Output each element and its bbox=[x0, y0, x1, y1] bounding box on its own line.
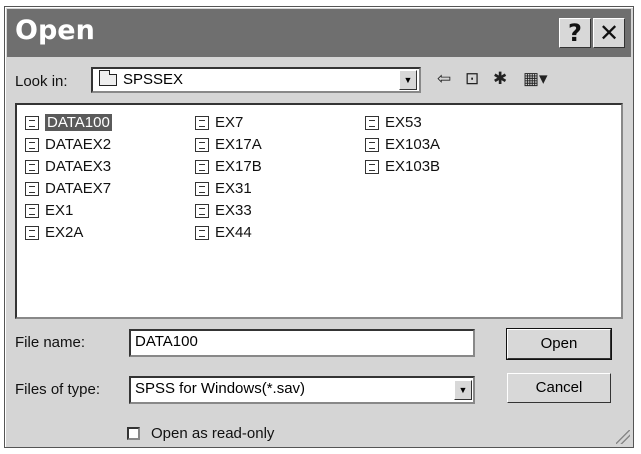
file-name: EX2A bbox=[45, 224, 84, 241]
filename-label: File name: bbox=[15, 334, 86, 351]
file-icon bbox=[195, 160, 209, 174]
file-icon bbox=[365, 116, 379, 130]
file-name: DATAEX2 bbox=[45, 136, 112, 153]
file-icon bbox=[365, 160, 379, 174]
file-icon bbox=[195, 116, 209, 130]
file-icon bbox=[365, 138, 379, 152]
close-button[interactable]: ✕ bbox=[593, 18, 625, 48]
file-icon bbox=[195, 204, 209, 218]
file-name: EX17B bbox=[215, 158, 262, 175]
up-folder-icon[interactable]: ⊡ bbox=[465, 69, 479, 89]
lookin-label: Look in: bbox=[15, 73, 68, 90]
file-item[interactable]: EX103B bbox=[363, 157, 440, 177]
cancel-button[interactable]: Cancel bbox=[507, 373, 611, 403]
file-item[interactable]: DATA100 bbox=[23, 113, 112, 133]
lookin-select[interactable]: SPSSEX bbox=[91, 67, 421, 93]
file-item[interactable]: DATAEX7 bbox=[23, 179, 111, 199]
file-icon bbox=[25, 160, 39, 174]
readonly-label: Open as read-only bbox=[151, 425, 275, 442]
file-name: EX17A bbox=[215, 136, 262, 153]
new-folder-icon[interactable]: ✱ bbox=[493, 69, 507, 89]
file-icon bbox=[195, 182, 209, 196]
file-name: EX1 bbox=[45, 202, 74, 219]
file-icon bbox=[25, 116, 39, 130]
file-list[interactable]: DATA100 DATAEX2 DATAEX3 DATAEX7 EX1 EX2A EX7 EX… bbox=[15, 103, 623, 319]
file-icon bbox=[195, 226, 209, 240]
file-item[interactable]: EX33 bbox=[193, 201, 252, 221]
file-item[interactable]: EX53 bbox=[363, 113, 422, 133]
file-item[interactable]: EX17B bbox=[193, 157, 262, 177]
file-item[interactable]: EX31 bbox=[193, 179, 252, 199]
lookin-value: SPSSEX bbox=[123, 71, 184, 88]
file-name: DATAEX7 bbox=[45, 180, 112, 197]
file-item[interactable]: EX7 bbox=[193, 113, 243, 133]
file-name: EX53 bbox=[385, 114, 422, 131]
file-name: DATA100 bbox=[45, 114, 112, 131]
help-button[interactable]: ? bbox=[559, 18, 591, 48]
file-name: EX31 bbox=[215, 180, 252, 197]
file-name: EX33 bbox=[215, 202, 252, 219]
lookin-dropdown-button[interactable]: ▼ bbox=[399, 70, 417, 90]
filetype-dropdown-button[interactable]: ▼ bbox=[454, 380, 472, 400]
open-dialog: Open ? ✕ Look in: SPSSEX ▼ ⇦ ⊡ ✱ ▦▾ DATA… bbox=[4, 6, 634, 448]
file-icon bbox=[25, 204, 39, 218]
file-item[interactable]: DATAEX3 bbox=[23, 157, 111, 177]
file-icon bbox=[25, 138, 39, 152]
title-bar: Open ? ✕ bbox=[7, 9, 631, 57]
file-item[interactable]: EX103A bbox=[363, 135, 440, 155]
folder-icon bbox=[99, 70, 117, 86]
file-item[interactable]: EX17A bbox=[193, 135, 262, 155]
dialog-title: Open bbox=[15, 15, 95, 46]
file-name: EX103B bbox=[385, 158, 441, 175]
file-item[interactable]: DATAEX2 bbox=[23, 135, 111, 155]
file-icon bbox=[25, 226, 39, 240]
file-name: DATAEX3 bbox=[45, 158, 112, 175]
file-icon bbox=[25, 182, 39, 196]
file-name: EX103A bbox=[385, 136, 441, 153]
resize-grip[interactable] bbox=[616, 430, 630, 444]
file-item[interactable]: EX44 bbox=[193, 223, 252, 243]
file-item[interactable]: EX2A bbox=[23, 223, 83, 243]
open-button[interactable]: Open bbox=[506, 328, 612, 360]
file-name: EX7 bbox=[215, 114, 244, 131]
file-icon bbox=[195, 138, 209, 152]
file-item[interactable]: EX1 bbox=[23, 201, 73, 221]
filename-input[interactable]: DATA100 bbox=[129, 329, 475, 357]
back-arrow-icon[interactable]: ⇦ bbox=[437, 69, 451, 89]
file-name: EX44 bbox=[215, 224, 252, 241]
filetype-label: Files of type: bbox=[15, 381, 101, 398]
filetype-select[interactable]: SPSS for Windows(*.sav) bbox=[129, 376, 475, 404]
view-menu-icon[interactable]: ▦▾ bbox=[523, 69, 548, 89]
readonly-checkbox[interactable] bbox=[127, 427, 140, 440]
